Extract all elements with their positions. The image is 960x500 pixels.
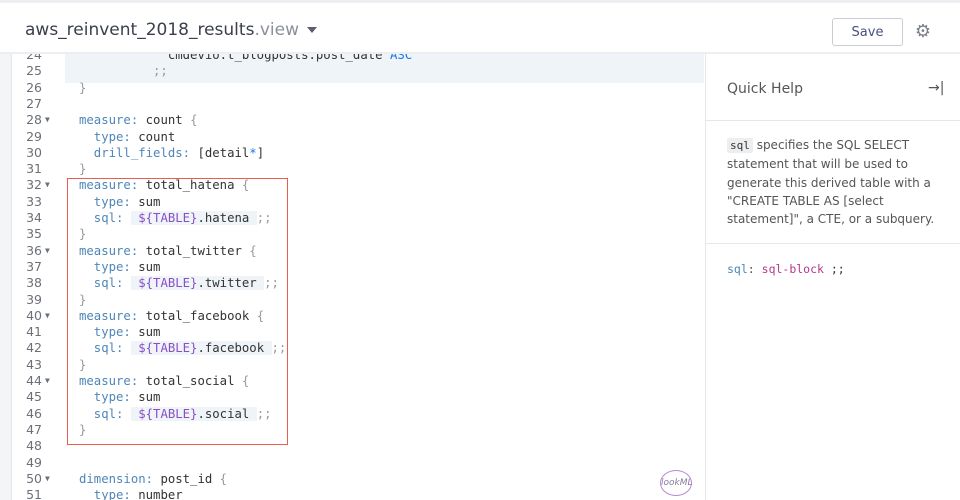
fold-arrow-icon[interactable]: ▼	[45, 177, 50, 193]
code-text: }	[79, 80, 86, 96]
line-number: 50	[26, 470, 42, 486]
divider	[706, 120, 960, 121]
line-number: 41	[26, 324, 42, 340]
line-number: 40	[26, 307, 42, 323]
code-line: 50 ▼ dimension: post_id {	[12, 471, 704, 487]
lookml-logo: lookML	[660, 470, 693, 496]
quick-help-panel: Quick Help →| sql specifies the SQL SELE…	[705, 54, 960, 500]
line-number: 49	[26, 454, 42, 470]
code-line: 49	[12, 455, 704, 471]
code-token: *	[249, 145, 257, 160]
syntax-example: sql: sql-block ;;	[727, 262, 845, 276]
fold-arrow-icon[interactable]: ▼	[45, 112, 50, 128]
line-number: 39	[26, 291, 42, 307]
line-number: 46	[26, 405, 42, 421]
line-number: 44	[26, 373, 42, 388]
code-text: }	[79, 161, 86, 177]
code-text: drill_fields: [detail*]	[79, 145, 264, 161]
code-token: ASC	[389, 54, 413, 62]
code-line: 25 ;;	[12, 63, 704, 79]
code-line: 26}	[12, 80, 704, 96]
code-token: {	[219, 471, 228, 486]
save-button[interactable]: Save	[832, 18, 903, 46]
line-number: 28	[26, 112, 42, 128]
quick-help-description: sql specifies the SQL SELECT statement t…	[727, 136, 952, 228]
code-token: measure:	[79, 113, 146, 128]
fold-arrow-icon[interactable]: ▼	[45, 243, 50, 259]
code-token: ]	[256, 145, 265, 160]
line-number: 43	[26, 356, 42, 372]
highlight-box	[67, 178, 288, 445]
syntax-key: sql	[727, 262, 748, 276]
code-line: 27	[12, 96, 704, 112]
code-token: post_id	[160, 471, 220, 486]
line-number: 26	[26, 79, 42, 95]
gear-icon[interactable]: ⚙	[913, 22, 933, 42]
quick-help-title: Quick Help	[727, 81, 803, 97]
line-number: 33	[26, 193, 42, 209]
top-bar: aws_reinvent_2018_results.view Save ⚙	[0, 0, 960, 54]
line-number: 30	[26, 144, 42, 160]
code-token: drill_fields:	[79, 145, 198, 160]
line-number: 27	[26, 95, 42, 111]
code-line: 29 type: count	[12, 129, 704, 145]
chevron-down-icon	[307, 27, 317, 33]
code-token: [detail	[197, 145, 250, 160]
keyword-code: sql	[727, 138, 753, 153]
code-line: 30 drill_fields: [detail*]	[12, 145, 704, 161]
line-number: 45	[26, 389, 42, 405]
fold-arrow-icon[interactable]: ▼	[45, 373, 50, 389]
code-token: type:	[79, 129, 139, 144]
line-number: 24	[26, 54, 42, 62]
line-number: 42	[26, 340, 42, 356]
code-token: number	[138, 488, 183, 500]
line-number: 37	[26, 258, 42, 274]
line-number: 48	[26, 438, 42, 454]
syntax-value: sql-block	[761, 262, 824, 276]
code-line: 28 ▼ measure: count {	[12, 112, 704, 128]
line-number: 35	[26, 226, 42, 242]
file-title-dropdown[interactable]: aws_reinvent_2018_results.view	[25, 20, 317, 40]
code-text: cmdevio.t_blogposts.post_date ASC	[79, 54, 412, 63]
code-token: type:	[79, 488, 139, 500]
code-token: }	[79, 80, 87, 95]
fold-arrow-icon[interactable]: ▼	[45, 471, 50, 487]
syntax-end: ;;	[823, 262, 845, 276]
file-name: aws_reinvent_2018_results	[25, 20, 255, 40]
line-number: 36	[26, 242, 42, 258]
line-number: 34	[26, 210, 42, 225]
code-text: type: count	[79, 129, 175, 145]
code-token: count	[138, 129, 176, 144]
code-text: measure: count {	[79, 112, 197, 128]
line-number: 31	[26, 161, 42, 177]
code-token: ;;	[79, 64, 168, 79]
line-number: 25	[26, 63, 42, 79]
code-token: cmdevio.t_blogposts.post_date	[79, 54, 390, 62]
line-number: 38	[26, 275, 42, 291]
code-token: count	[145, 113, 191, 128]
file-extension: .view	[254, 20, 299, 40]
code-line: 51 type: number	[12, 487, 704, 500]
collapse-panel-icon[interactable]: →|	[928, 80, 944, 96]
fold-arrow-icon[interactable]: ▼	[45, 308, 50, 324]
left-strip	[0, 54, 12, 500]
code-text: type: number	[79, 487, 183, 500]
line-number: 32	[26, 177, 42, 193]
line-number: 29	[26, 128, 42, 144]
code-line: 31}	[12, 161, 704, 177]
code-text: dimension: post_id {	[79, 471, 227, 487]
code-token: }	[79, 162, 87, 177]
code-line: 24 cmdevio.t_blogposts.post_date ASC	[12, 54, 704, 63]
code-token: dimension:	[79, 471, 161, 486]
description-text: specifies the SQL SELECT statement that …	[727, 138, 935, 227]
divider	[706, 243, 960, 244]
line-number: 51	[26, 487, 42, 500]
code-text: ;;	[79, 63, 168, 79]
line-number: 47	[26, 421, 42, 437]
code-token: {	[190, 113, 198, 128]
syntax-colon: :	[747, 262, 762, 276]
